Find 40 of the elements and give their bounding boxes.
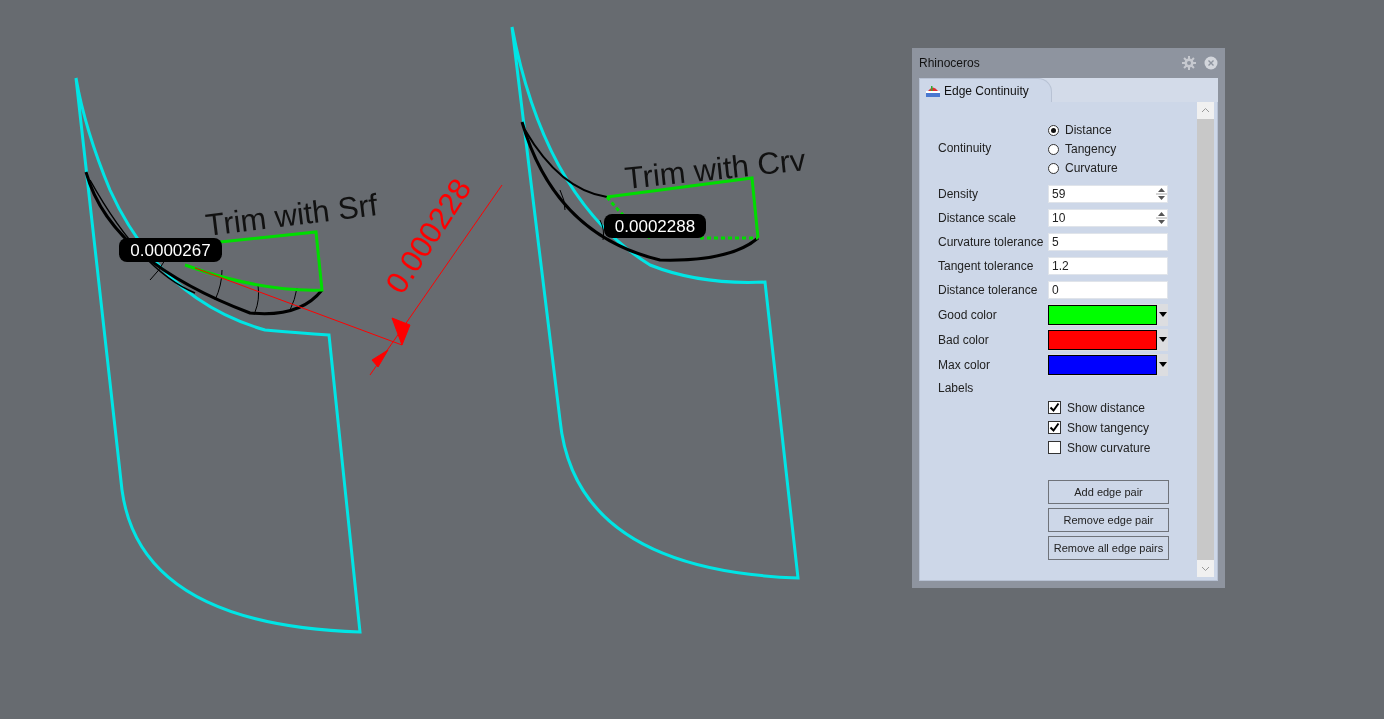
input-field[interactable]: 59 bbox=[1048, 185, 1168, 203]
field-label: Good color bbox=[938, 307, 998, 322]
distance-label: 0.0000267 bbox=[119, 238, 222, 262]
input-field[interactable]: 5 bbox=[1048, 233, 1168, 251]
checkbox-option[interactable]: Show tangency bbox=[1048, 421, 1197, 434]
dropdown-caret-icon bbox=[1159, 312, 1167, 317]
field-label: Distance scale bbox=[938, 211, 1018, 225]
edge-continuity-icon bbox=[925, 83, 941, 98]
checkmark-icon bbox=[1049, 402, 1060, 413]
field-label: Distance tolerance bbox=[938, 283, 1039, 297]
field-label: Tangent tolerance bbox=[938, 259, 1035, 273]
radio-option[interactable]: Distance bbox=[1048, 123, 1118, 137]
action-button[interactable]: Remove edge pair bbox=[1048, 508, 1169, 532]
color-picker[interactable] bbox=[1048, 328, 1168, 351]
radio-option[interactable]: Tangency bbox=[1048, 142, 1118, 156]
dropdown-caret-icon bbox=[1159, 337, 1167, 342]
field-label: Curvature tolerance bbox=[938, 235, 1045, 249]
panel-title: Rhinoceros bbox=[919, 56, 981, 70]
spinner-arrows-icon[interactable] bbox=[1156, 210, 1167, 226]
input-field[interactable]: 1.2 bbox=[1048, 257, 1168, 275]
color-picker[interactable] bbox=[1048, 303, 1168, 326]
input-field[interactable]: 10 bbox=[1048, 209, 1168, 227]
spinner-arrows-icon[interactable] bbox=[1156, 186, 1167, 202]
checkmark-icon bbox=[1049, 422, 1060, 433]
field-label: Max color bbox=[938, 357, 991, 372]
color-picker[interactable] bbox=[1048, 353, 1168, 376]
field-label: Continuity bbox=[938, 141, 993, 155]
radio-option[interactable]: Curvature bbox=[1048, 161, 1118, 175]
group-label: Labels bbox=[938, 381, 975, 395]
checkbox-option[interactable]: Show distance bbox=[1048, 401, 1197, 414]
input-field[interactable]: 0 bbox=[1048, 281, 1168, 299]
action-button[interactable]: Add edge pair bbox=[1048, 480, 1169, 504]
annotation-text: Trim with Crv bbox=[623, 142, 808, 196]
field-label: Bad color bbox=[938, 332, 990, 347]
panel-tab[interactable]: Edge Continuity bbox=[919, 78, 1052, 102]
checkbox-option[interactable]: Show curvature bbox=[1048, 441, 1197, 454]
distance-label: 0.0002288 bbox=[604, 214, 706, 238]
dropdown-caret-icon bbox=[1159, 362, 1167, 367]
action-button[interactable]: Remove all edge pairs bbox=[1048, 536, 1169, 560]
field-label: Density bbox=[938, 187, 979, 201]
